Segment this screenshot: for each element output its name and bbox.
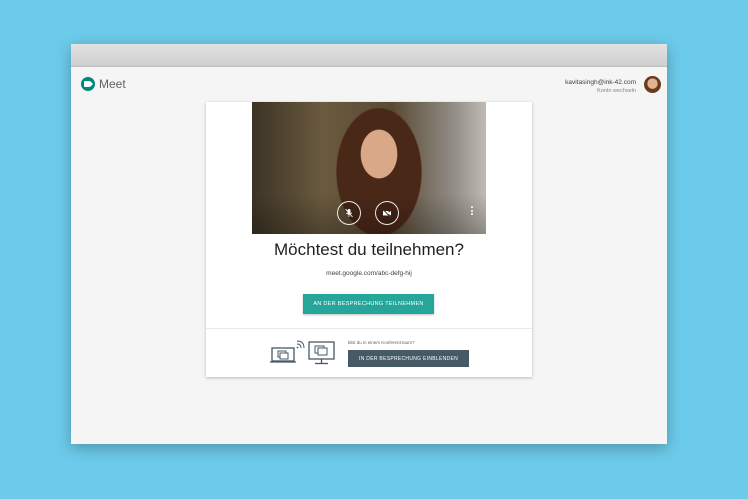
camera-off-icon: [382, 209, 391, 218]
browser-window: Meet kavitasingh@ink-42.com Konto wechse…: [71, 44, 667, 444]
meeting-link: meet.google.com/abc-defg-hij: [326, 270, 412, 277]
mic-off-icon: [345, 208, 353, 218]
present-to-meeting-button[interactable]: IN DER BESPRECHUNG EINBLENDEN: [348, 350, 469, 367]
camera-toggle-button[interactable]: [375, 201, 399, 225]
app-name: Meet: [99, 77, 126, 91]
app-header: Meet kavitasingh@ink-42.com Konto wechse…: [71, 67, 667, 103]
divider: [206, 328, 532, 329]
video-preview: [252, 102, 486, 234]
room-question: Bist du in einem Konferenzraum?: [348, 340, 415, 345]
meet-logo[interactable]: Meet: [81, 77, 126, 91]
meet-logo-icon: [81, 77, 95, 91]
join-meeting-button[interactable]: AN DER BESPRECHUNG TEILNEHMEN: [303, 294, 434, 314]
present-to-room-icon: [270, 340, 336, 371]
mic-toggle-button[interactable]: [337, 201, 361, 225]
more-vert-icon[interactable]: [471, 206, 474, 217]
avatar[interactable]: [644, 76, 661, 93]
switch-account-link[interactable]: Konto wechseln: [565, 87, 636, 96]
join-card: Möchtest du teilnehmen? meet.google.com/…: [206, 102, 532, 377]
window-titlebar: [71, 44, 667, 67]
join-title: Möchtest du teilnehmen?: [274, 240, 464, 259]
account-email: kavitasingh@ink-42.com: [565, 79, 636, 86]
account-info: kavitasingh@ink-42.com Konto wechseln: [565, 78, 636, 96]
